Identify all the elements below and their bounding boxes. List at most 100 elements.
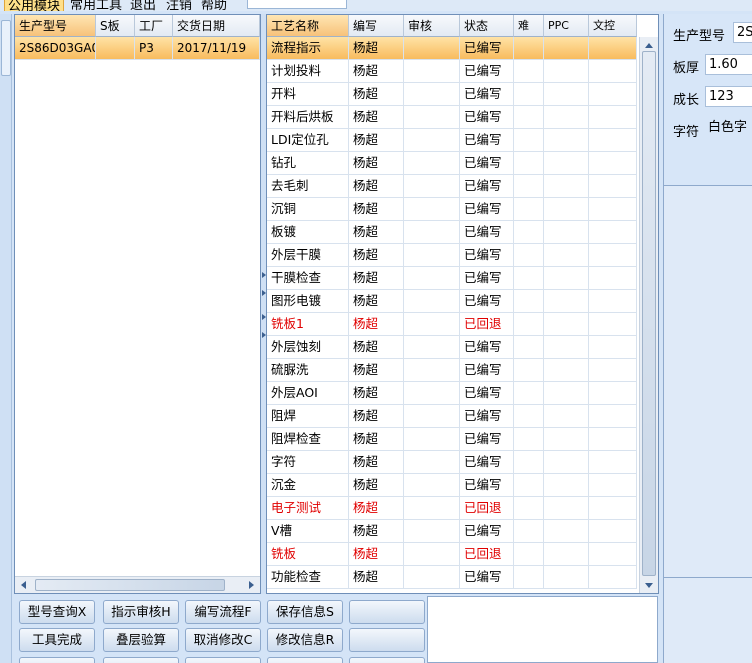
action-button[interactable]: 叠层验算 [103,628,179,652]
column-header[interactable]: 状态 [460,15,514,37]
menu-item[interactable]: 常用工具 [70,0,122,11]
table-cell: 已编写 [460,244,514,267]
table-cell: 外层干膜 [267,244,349,267]
table-row[interactable]: 2S86D03GA0 P3 2017/11/19 [15,37,260,60]
table-row[interactable]: LDI定位孔 杨超 已编写 [267,129,637,152]
table-row[interactable]: 阻焊 杨超 已编写 [267,405,637,428]
menu-item[interactable]: 退出 [130,0,156,11]
table-cell [544,198,589,221]
action-button[interactable] [267,657,343,663]
column-header[interactable]: 编写 [349,15,404,37]
action-button[interactable]: 型号查询X [19,600,95,624]
column-header[interactable]: 难 [514,15,544,37]
orders-grid: 生产型号 S板 工厂 交货日期 2S86D03GA0 P3 2017/11/19 [14,14,261,594]
action-button[interactable]: 取消修改C [185,628,261,652]
table-row[interactable]: 铣板 杨超 已回退 [267,543,637,566]
table-row[interactable]: 铣板1 杨超 已回退 [267,313,637,336]
table-cell [404,198,460,221]
table-cell: 已编写 [460,60,514,83]
action-button[interactable]: 工具完成 [19,628,95,652]
table-cell [544,267,589,290]
table-cell: 板镀 [267,221,349,244]
table-cell: 杨超 [349,152,404,175]
action-button[interactable]: 编写流程F [185,600,261,624]
menu-item[interactable]: 注销 [166,0,192,11]
action-button[interactable] [349,657,425,663]
table-row[interactable]: 阻焊检查 杨超 已编写 [267,428,637,451]
table-cell [514,566,544,589]
action-button[interactable] [19,657,95,663]
scroll-thumb[interactable] [642,51,656,576]
table-row[interactable]: 沉铜 杨超 已编写 [267,198,637,221]
action-button[interactable] [349,600,425,624]
table-row[interactable]: 功能检查 杨超 已编写 [267,566,637,589]
scroll-right-icon[interactable] [249,581,254,589]
table-row[interactable]: 板镀 杨超 已编写 [267,221,637,244]
action-button-area: 型号查询X 指示审核H 编写流程F 保存信息S 工具完成 叠层验算 取消修改C 修改信息R [12,594,426,663]
table-row[interactable]: V槽 杨超 已编写 [267,520,637,543]
dock-tab[interactable] [1,20,11,76]
column-header[interactable]: 文控 [589,15,637,37]
table-row[interactable]: 去毛刺 杨超 已编写 [267,175,637,198]
table-cell: 杨超 [349,543,404,566]
column-header[interactable]: S板 [96,15,135,37]
table-row[interactable]: 图形电镀 杨超 已编写 [267,290,637,313]
column-header[interactable]: 生产型号 [15,15,96,37]
column-header[interactable]: 工厂 [135,15,173,37]
table-row[interactable]: 钻孔 杨超 已编写 [267,152,637,175]
table-row[interactable]: 外层蚀刻 杨超 已编写 [267,336,637,359]
table-cell [544,359,589,382]
table-cell: 已编写 [460,566,514,589]
table-row[interactable]: 开料后烘板 杨超 已编写 [267,106,637,129]
menu-combo[interactable] [247,0,347,9]
table-cell [544,382,589,405]
column-header[interactable]: PPC [544,15,589,37]
table-cell: P3 [135,37,173,60]
table-cell [589,428,637,451]
model-field[interactable]: 2S [733,22,752,43]
menu-item[interactable]: 公用模块 [4,0,65,11]
table-cell: 计划投料 [267,60,349,83]
table-row[interactable]: 干膜检查 杨超 已编写 [267,267,637,290]
action-button[interactable]: 指示审核H [103,600,179,624]
table-row[interactable]: 开料 杨超 已编写 [267,83,637,106]
table-cell [544,543,589,566]
thickness-field[interactable]: 1.60 [705,54,752,75]
table-row[interactable]: 沉金 杨超 已编写 [267,474,637,497]
table-cell: 已编写 [460,336,514,359]
table-row[interactable]: 字符 杨超 已编写 [267,451,637,474]
action-button[interactable] [103,657,179,663]
column-header[interactable]: 交货日期 [173,15,260,37]
action-button[interactable] [349,628,425,652]
scroll-down-icon[interactable] [645,583,653,588]
table-cell: 2S86D03GA0 [15,37,96,60]
table-cell: 杨超 [349,221,404,244]
horizontal-scrollbar[interactable] [15,576,260,593]
action-button[interactable]: 保存信息S [267,600,343,624]
table-cell [589,152,637,175]
scroll-thumb[interactable] [35,579,225,591]
table-cell [514,175,544,198]
table-cell: 杨超 [349,451,404,474]
menu-item[interactable]: 帮助 [201,0,227,11]
char-field[interactable]: 白色字 [705,118,752,139]
table-row[interactable]: 计划投料 杨超 已编写 [267,60,637,83]
scroll-left-icon[interactable] [21,581,26,589]
growth-field[interactable]: 123 [705,86,752,107]
table-row[interactable]: 硫脲洗 杨超 已编写 [267,359,637,382]
table-cell [589,37,637,60]
table-cell [544,83,589,106]
vertical-scrollbar[interactable] [639,37,658,593]
column-header[interactable]: 审核 [404,15,460,37]
action-button[interactable] [185,657,261,663]
table-row[interactable]: 流程指示 杨超 已编写 [267,37,637,60]
table-cell: 杨超 [349,129,404,152]
table-row[interactable]: 外层干膜 杨超 已编写 [267,244,637,267]
scroll-up-icon[interactable] [645,43,653,48]
table-row[interactable]: 外层AOI 杨超 已编写 [267,382,637,405]
table-cell [514,405,544,428]
table-row[interactable]: 电子测试 杨超 已回退 [267,497,637,520]
table-cell [589,106,637,129]
action-button[interactable]: 修改信息R [267,628,343,652]
column-header[interactable]: 工艺名称 [267,15,349,37]
